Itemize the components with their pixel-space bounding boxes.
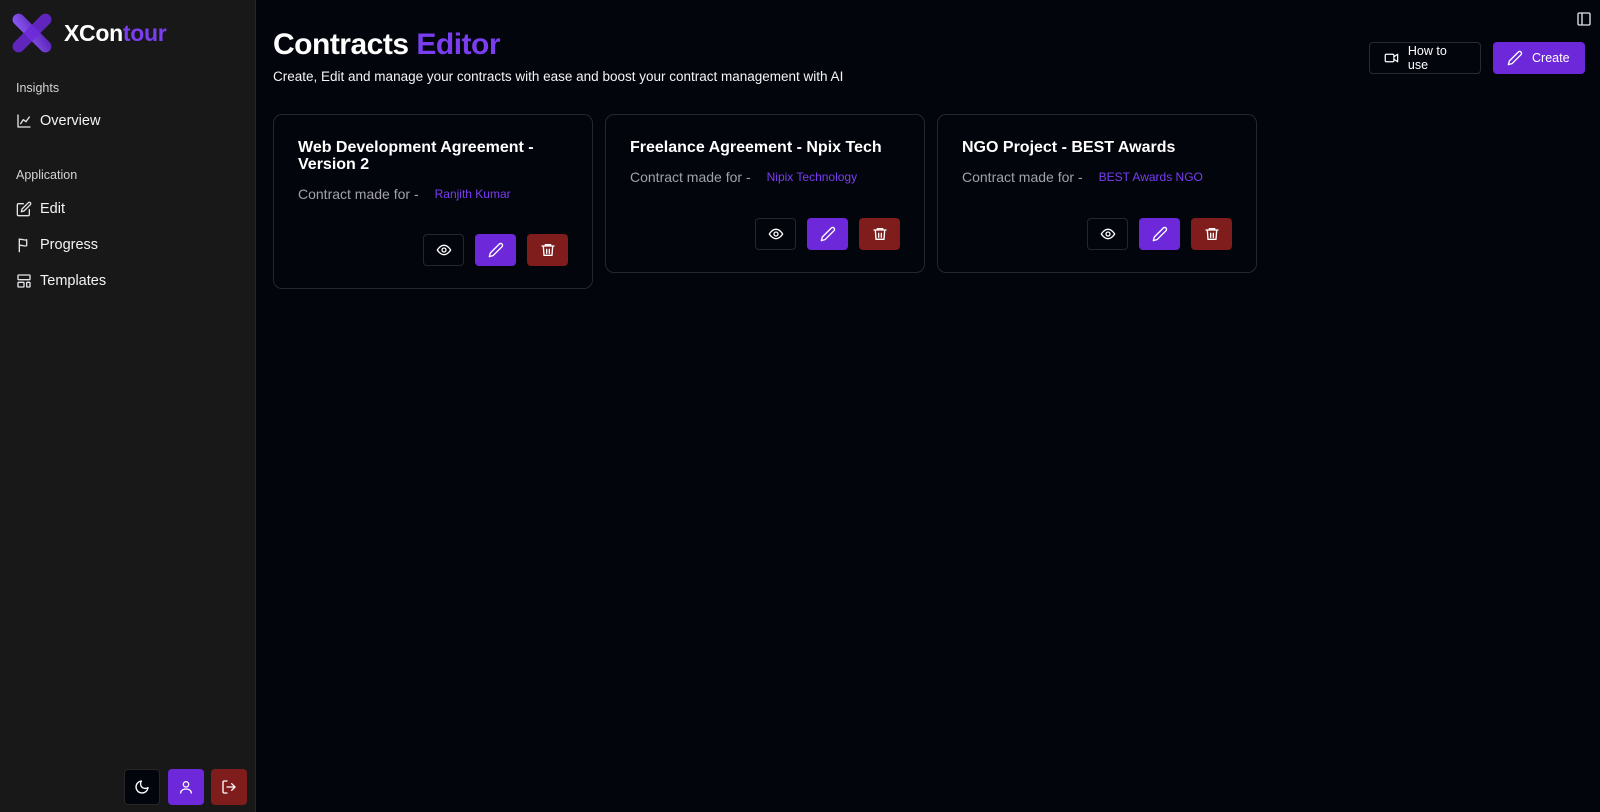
create-label: Create [1532,51,1570,65]
brand-name-part1: XCon [64,19,123,46]
page-title: Contracts Editor [273,28,501,62]
contract-client-link[interactable]: Nipix Technology [767,170,858,184]
sidebar: XContour Insights Overview Application E… [0,0,256,812]
profile-button[interactable] [168,769,204,805]
sidebar-item-edit[interactable]: Edit [16,197,240,221]
how-to-use-label: How to use [1407,44,1447,72]
contract-meta: Contract made for - Ranjith Kumar [298,186,511,202]
edit-square-icon [16,201,32,217]
panel-left-icon [1577,12,1591,26]
contract-card: Freelance Agreement - Npix Tech Contract… [605,114,925,273]
section-label-application: Application [16,168,78,182]
view-contract-button[interactable] [755,218,796,250]
sidebar-item-label: Overview [40,113,101,129]
pencil-icon [820,226,835,242]
contract-actions [755,218,900,250]
page-title-part2: Editor [416,28,501,61]
sidebar-item-templates[interactable]: Templates [16,269,240,293]
video-icon [1384,53,1399,63]
contract-client-link[interactable]: Ranjith Kumar [435,187,511,201]
section-label-insights: Insights [16,81,60,95]
eye-icon [1100,228,1115,240]
user-icon [180,781,192,794]
trash-icon [540,244,555,256]
contract-card: NGO Project - BEST Awards Contract made … [937,114,1257,273]
contract-card: Web Development Agreement - Version 2 Co… [273,114,593,289]
sidebar-item-label: Edit [40,201,65,217]
brand-name-part2: tour [122,19,167,46]
sidebar-item-label: Templates [40,273,107,289]
panel-toggle-button[interactable] [1576,11,1592,27]
contract-title: Freelance Agreement - Npix Tech [630,139,882,156]
trash-icon [872,228,887,240]
trash-icon [1204,228,1219,240]
view-contract-button[interactable] [1087,218,1128,250]
pencil-icon [1152,226,1167,242]
brand-logo[interactable]: XContour [12,12,167,54]
how-to-use-button[interactable]: How to use [1369,42,1481,74]
contract-meta-label: Contract made for - [630,169,751,185]
contract-meta-label: Contract made for - [962,169,1083,185]
contract-actions [423,234,568,266]
logout-button[interactable] [211,769,247,805]
pencil-icon [488,242,503,258]
contract-meta-label: Contract made for - [298,186,419,202]
contract-client-link[interactable]: BEST Awards NGO [1099,170,1203,184]
page-subtitle: Create, Edit and manage your contracts w… [273,69,844,84]
view-contract-button[interactable] [423,234,464,266]
eye-icon [768,228,783,240]
contract-meta: Contract made for - BEST Awards NGO [962,169,1203,185]
delete-contract-button[interactable] [1191,218,1232,250]
sidebar-item-overview[interactable]: Overview [16,109,240,133]
sidebar-item-progress[interactable]: Progress [16,233,240,257]
sidebar-item-label: Progress [40,237,99,253]
contract-actions [1087,218,1232,250]
contract-title: Web Development Agreement - Version 2 [298,139,534,173]
edit-contract-button[interactable] [807,218,848,250]
contract-title: NGO Project - BEST Awards [962,139,1176,156]
theme-toggle-button[interactable] [124,769,160,805]
xcontour-logo-icon [12,13,52,53]
eye-icon [436,244,451,256]
log-out-icon [222,780,236,794]
delete-contract-button[interactable] [527,234,568,266]
page-title-part1: Contracts [273,28,409,61]
pencil-icon [1507,50,1523,66]
delete-contract-button[interactable] [859,218,900,250]
chart-line-icon [17,114,31,128]
create-button[interactable]: Create [1493,42,1585,74]
edit-contract-button[interactable] [1139,218,1180,250]
brand-name: XContour [64,19,167,47]
flag-icon [18,238,28,253]
edit-contract-button[interactable] [475,234,516,266]
layout-template-icon [17,274,31,288]
contract-meta: Contract made for - Nipix Technology [630,169,857,185]
moon-icon [135,780,149,794]
